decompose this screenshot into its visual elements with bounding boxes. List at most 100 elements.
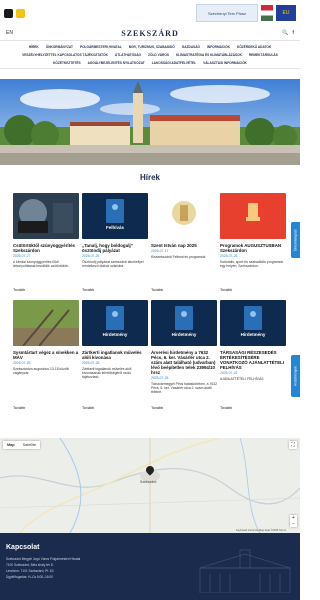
nav-item[interactable]: POLGÁRMESTERI HIVATAL (78, 43, 124, 50)
read-more-link[interactable]: Tovább (13, 288, 25, 292)
nav-item[interactable]: LAKOSSÁGI ADATFELVÉTEL (150, 59, 198, 66)
nav-item[interactable]: VÁLASZTÁSI INFORMÁCIÓK (201, 59, 249, 66)
read-more-link[interactable]: Tovább (82, 288, 94, 292)
news-thumbnail[interactable] (13, 193, 79, 239)
news-excerpt: Kisszekszárdi Fellmai és programok. (151, 255, 207, 259)
hero-image (0, 79, 300, 165)
read-more-link[interactable]: Tovább (13, 406, 25, 410)
news-thumbnail[interactable] (151, 193, 217, 239)
news-thumbnail[interactable] (13, 300, 79, 346)
news-card[interactable]: Hirdetmény Árverési hirdetmény a 7632 Péc… (151, 300, 217, 395)
nav-item[interactable]: KLÍMASTRATÉGIA ÉS KLÍMATÁBLÁZÁSOK (174, 51, 244, 58)
nav-item[interactable]: INFORMÁCIÓK (205, 43, 232, 50)
zoom-out-button[interactable]: − (290, 521, 297, 527)
news-excerpt: Zártkerti ingatlanok művelés alóli kivon… (82, 367, 132, 380)
footer-title: Kapcsolat (6, 544, 40, 551)
nav-item[interactable]: KÖZÉTKEZTETÉS (51, 59, 82, 66)
news-title[interactable]: Árverési hirdetmény a 7632 Pécs, 6. ker.… (151, 350, 217, 375)
thumbnail-badge: Hirdetmény (102, 332, 128, 337)
news-date: 2025-07-22 (220, 371, 238, 375)
news-title[interactable]: Programok AUGUSZTUSBAN Szekszárdon (220, 243, 286, 253)
nav-item[interactable]: AGGÁLYBEJELENTÉS NYILATKOZAT (86, 59, 147, 66)
news-thumbnail[interactable]: Hirdetmény (82, 300, 148, 346)
map[interactable]: Map Satellite ⛶ Szekszárd + − Keyboard s… (0, 438, 300, 533)
nav-item[interactable]: REMEKTÁRSULÁS (247, 51, 280, 58)
side-tab-notices[interactable]: Hirdetmények (291, 355, 300, 397)
accessibility-icons (4, 8, 25, 18)
hungary-flag-icon (261, 5, 273, 21)
top-bar: Széchenyi Terv Plusz EU (0, 0, 300, 26)
news-date: 2025-07-25 (82, 254, 100, 258)
eu-flag-icon: EU (276, 5, 296, 21)
title-bar: EN SZEKSZÁRD 🔍 f (0, 26, 300, 40)
footer-building-illustration (199, 549, 291, 593)
news-card[interactable]: Hirdetmény Zártkerti ingatlanok művelés a… (82, 300, 148, 380)
nav-item[interactable]: GAZDASÁG (180, 43, 202, 50)
news-card[interactable]: Programok AUGUSZTUSBAN Szekszárdon 2025-0… (220, 193, 286, 268)
news-date: 2025-07-25 (151, 376, 169, 380)
map-canvas (0, 438, 300, 533)
read-more-link[interactable]: Tovább (220, 288, 232, 292)
accessibility-icon[interactable] (16, 8, 25, 18)
nav-item[interactable]: HÍREK (27, 43, 41, 50)
news-date: 2025-07-25 (220, 254, 238, 258)
tab-satellite[interactable]: Satellite (19, 441, 41, 449)
nav-item[interactable]: ZÖLD VÁROS (146, 51, 171, 58)
footer-line: Ügyfélfogadás: H–Cs 8:00–16:00 (6, 575, 53, 579)
side-tab-municipal[interactable]: Önkormányzati (291, 222, 300, 258)
news-heading: Hírek (139, 173, 160, 182)
news-thumbnail[interactable] (220, 193, 286, 239)
news-date: 2025-07-25 (13, 361, 31, 365)
news-excerpt: AJÁNLATTÉTELI FELHÍVÁS (220, 377, 264, 381)
read-more-link[interactable]: Tovább (151, 288, 163, 292)
news-excerpt: A kémiai szúnyoggyérítés földi lebonyolí… (13, 260, 70, 269)
facebook-icon[interactable]: f (292, 30, 294, 36)
news-title[interactable]: Csütörtöktől szúnyoggyérítés Szekszárdon (13, 243, 79, 253)
partner-logos: Széchenyi Terv Plusz EU (196, 4, 296, 22)
news-excerpt: Ösztöndíj pályázat szekszárdi lakóhellye… (82, 260, 144, 269)
thumbnail-badge: Hirdetmény (240, 332, 266, 337)
search-icon[interactable]: 🔍 (282, 30, 288, 36)
footer-line: Levélcím: 7101 Szekszárd, Pf. 60 (6, 569, 54, 573)
news-date: 2025-07-25 (82, 361, 100, 365)
footer: Kapcsolat Szekszárd Megyei Jogú Város Po… (0, 533, 300, 600)
nav-item[interactable]: BOR, TURIZMUS, SZABADIDŐ (127, 43, 177, 50)
header-icons: 🔍 f (282, 30, 294, 36)
news-title[interactable]: Zártkerti ingatlanok művelés alóli kivon… (82, 350, 148, 360)
news-title[interactable]: Szent István nap 2025 (151, 243, 217, 248)
partner-logo: Széchenyi Terv Plusz (196, 4, 258, 22)
news-title[interactable]: „Tanulj, hogy boldogulj” ösztöndíj pályá… (82, 243, 148, 253)
news-excerpt: Szekszárdon augusztus 13-15 között vágán… (13, 367, 69, 376)
footer-line: Szekszárd Megyei Jogú Város Polgármester… (6, 557, 81, 561)
news-card[interactable]: Felhívás „Tanulj, hogy boldogulj” ösztönd… (82, 193, 148, 268)
main-navigation: HÍREK ÖNKORMÁNYZAT POLGÁRMESTERI HIVATAL BO… (0, 40, 300, 69)
tab-map[interactable]: Map (3, 441, 19, 449)
news-thumbnail[interactable]: Hirdetmény (220, 300, 286, 346)
site-title[interactable]: SZEKSZÁRD (121, 29, 178, 38)
footer-line: 7100 Szekszárd, Béla király tér 8. (6, 563, 54, 567)
news-title[interactable]: TÁRSASÁGI RÉSZESEDÉS ÉRTÉKESÍTÉSÉRE VONA… (220, 350, 286, 370)
news-card[interactable]: Szent István nap 2025 2025-07-17 Kisszeksz… (151, 193, 217, 259)
news-card[interactable]: Csütörtöktől szúnyoggyérítés Szekszárdon… (13, 193, 79, 268)
news-card[interactable]: Hirdetmény TÁRSASÁGI RÉSZESEDÉS ÉRTÉKESÍT… (220, 300, 286, 381)
language-switch[interactable]: EN (6, 30, 13, 36)
nav-item[interactable]: VESZÉLYHELYZETTEL KAPCSOLATOS TÁJÉKOZTAT… (20, 51, 110, 58)
nav-item[interactable]: ÖNKORMÁNYZAT (44, 43, 75, 50)
read-more-link[interactable]: Tovább (82, 406, 94, 410)
thumbnail-badge: Felhívás (105, 225, 124, 230)
news-thumbnail[interactable]: Hirdetmény (151, 300, 217, 346)
map-zoom-controls: + − (290, 515, 297, 527)
read-more-link[interactable]: Tovább (220, 406, 232, 410)
news-thumbnail[interactable]: Felhívás (82, 193, 148, 239)
news-excerpt: Tolnavármegyei Pécs hatáskörében, a 7632… (151, 382, 217, 395)
map-type-tabs: Map Satellite (3, 441, 41, 449)
read-more-link[interactable]: Tovább (151, 406, 163, 410)
map-location-label: Szekszárd (140, 480, 157, 484)
news-excerpt: Kulturális, sport és szabadidős programo… (220, 260, 284, 269)
contrast-icon[interactable] (4, 8, 13, 18)
map-fullscreen-button[interactable]: ⛶ (289, 441, 297, 449)
nav-item[interactable]: KÖZÉRDEKŰ ADATOK (235, 43, 273, 50)
nav-item[interactable]: ÁTLÁTHATÓSÁG (113, 51, 143, 58)
news-title[interactable]: Sysmtártart végez a sínekken a MÁV (13, 350, 79, 360)
news-card[interactable]: Sysmtártart végez a sínekken a MÁV 2025-0… (13, 300, 79, 375)
